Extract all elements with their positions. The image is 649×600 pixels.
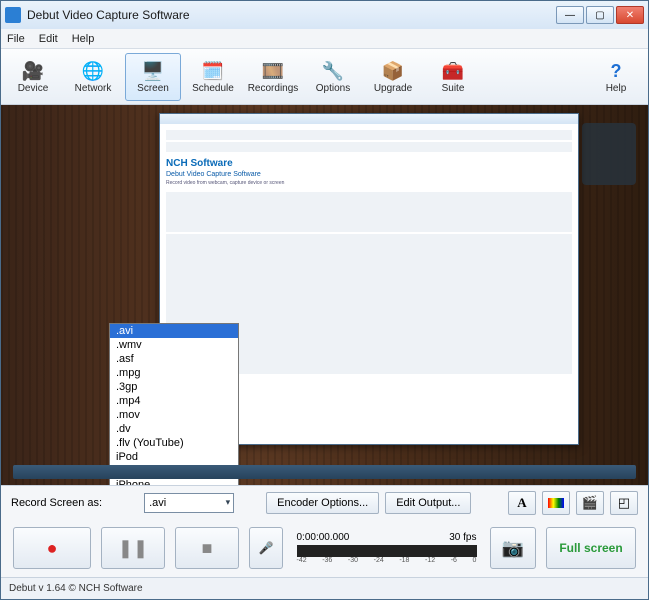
menu-help[interactable]: Help: [72, 33, 95, 45]
webcam-icon: 🎥: [21, 59, 45, 83]
globe-icon: 🌐: [81, 59, 105, 83]
transport-row: ● ❚❚ ■ 🎤 0:00:00.000 30 fps -42-36-30-24…: [1, 519, 648, 577]
text-overlay-button[interactable]: A: [508, 491, 536, 515]
toolbar-schedule[interactable]: 🗓️Schedule: [185, 53, 241, 101]
captured-brand: NCH Software: [166, 158, 572, 169]
pause-button[interactable]: ❚❚: [101, 527, 165, 569]
encoder-options-button[interactable]: Encoder Options...: [266, 492, 379, 514]
toolbar-network-label: Network: [75, 83, 112, 94]
toolbar-screen[interactable]: 🖥️Screen: [125, 53, 181, 101]
record-button[interactable]: ●: [13, 527, 91, 569]
menu-edit[interactable]: Edit: [39, 33, 58, 45]
captured-taskbar: [13, 465, 636, 479]
record-icon: ●: [47, 538, 58, 559]
camera-icon: 📷: [502, 538, 524, 559]
preview-area: NCH Software Debut Video Capture Softwar…: [1, 105, 648, 485]
format-option[interactable]: iPhone: [110, 478, 238, 485]
fullscreen-label: Full screen: [559, 541, 622, 555]
format-row: Record Screen as: .avi Encoder Options..…: [1, 485, 648, 519]
statusbar: Debut v 1.64 © NCH Software: [1, 577, 648, 599]
edit-output-button[interactable]: Edit Output...: [385, 492, 471, 514]
captured-subhead: Record video from webcam, capture device…: [166, 180, 572, 186]
toolbar-options-label: Options: [316, 83, 350, 94]
menu-file[interactable]: File: [7, 33, 25, 45]
elapsed-time: 0:00:00.000: [297, 532, 350, 543]
color-bars-icon: [548, 498, 564, 508]
crop-icon: ◰: [618, 495, 630, 511]
audio-level-meter: [297, 545, 477, 557]
toolbar-suite-label: Suite: [442, 83, 465, 94]
format-option[interactable]: .mp4: [110, 394, 238, 408]
help-icon: ?: [604, 59, 628, 83]
format-option[interactable]: .dv: [110, 422, 238, 436]
format-option[interactable]: .wmv: [110, 338, 238, 352]
menubar: File Edit Help: [1, 29, 648, 49]
app-icon: [5, 7, 21, 23]
monitor-icon: 🖥️: [141, 59, 165, 83]
format-option[interactable]: .avi: [110, 324, 238, 338]
captured-titlebar: [160, 114, 578, 124]
format-option[interactable]: .3gp: [110, 380, 238, 394]
video-effects-button[interactable]: 🎬: [576, 491, 604, 515]
minimize-button[interactable]: —: [556, 6, 584, 24]
toolbar-upgrade[interactable]: 📦Upgrade: [365, 53, 421, 101]
toolbar-recordings[interactable]: 🎞️Recordings: [245, 53, 301, 101]
toolbar-device[interactable]: 🎥Device: [5, 53, 61, 101]
close-button[interactable]: ✕: [616, 6, 644, 24]
toolbar: 🎥Device 🌐Network 🖥️Screen 🗓️Schedule 🎞️R…: [1, 49, 648, 105]
format-option[interactable]: .mpg: [110, 366, 238, 380]
vu-scale: -42-36-30-24-18-12-60: [297, 557, 477, 564]
format-option[interactable]: .flv (YouTube): [110, 436, 238, 450]
clapboard-icon: 🎬: [582, 495, 598, 511]
format-combo[interactable]: .avi: [144, 493, 234, 513]
toolbar-network[interactable]: 🌐Network: [65, 53, 121, 101]
desktop-gadget: [582, 123, 636, 185]
captured-headline: Debut Video Capture Software: [166, 171, 572, 178]
titlebar: Debut Video Capture Software — ▢ ✕: [1, 1, 648, 29]
format-dropdown-list[interactable]: .avi.wmv.asf.mpg.3gp.mp4.mov.dv.flv (You…: [109, 323, 239, 485]
format-option[interactable]: .mov: [110, 408, 238, 422]
fullscreen-button[interactable]: Full screen: [546, 527, 636, 569]
calendar-icon: 🗓️: [201, 59, 225, 83]
status-text: Debut v 1.64 © NCH Software: [9, 583, 143, 594]
stop-button[interactable]: ■: [175, 527, 239, 569]
stop-icon: ■: [202, 538, 213, 559]
app-window: Debut Video Capture Software — ▢ ✕ File …: [0, 0, 649, 600]
vu-meter-block: 0:00:00.000 30 fps -42-36-30-24-18-12-60: [293, 532, 480, 564]
fps-readout: 30 fps: [449, 532, 476, 543]
maximize-button[interactable]: ▢: [586, 6, 614, 24]
toolbar-upgrade-label: Upgrade: [374, 83, 412, 94]
suite-icon: 🧰: [441, 59, 465, 83]
toolbar-help[interactable]: ?Help: [588, 53, 644, 101]
window-controls: — ▢ ✕: [556, 6, 644, 24]
snapshot-button[interactable]: 📷: [490, 527, 536, 569]
toolbar-screen-label: Screen: [137, 83, 169, 94]
text-icon: A: [517, 495, 526, 511]
toolbar-device-label: Device: [18, 83, 49, 94]
wrench-icon: 🔧: [321, 59, 345, 83]
format-combo-value: .avi: [149, 497, 166, 509]
toolbar-schedule-label: Schedule: [192, 83, 234, 94]
toolbar-suite[interactable]: 🧰Suite: [425, 53, 481, 101]
box-icon: 📦: [381, 59, 405, 83]
window-title: Debut Video Capture Software: [27, 8, 556, 22]
pause-icon: ❚❚: [118, 538, 148, 559]
toolbar-recordings-label: Recordings: [248, 83, 299, 94]
color-adjust-button[interactable]: [542, 491, 570, 515]
format-option[interactable]: iPod: [110, 450, 238, 464]
film-icon: 🎞️: [261, 59, 285, 83]
mute-button[interactable]: 🎤: [249, 527, 283, 569]
format-option[interactable]: .asf: [110, 352, 238, 366]
record-as-label: Record Screen as:: [11, 497, 102, 509]
toolbar-options[interactable]: 🔧Options: [305, 53, 361, 101]
toolbar-help-label: Help: [606, 83, 627, 94]
mic-off-icon: 🎤: [259, 541, 274, 555]
crop-button[interactable]: ◰: [610, 491, 638, 515]
